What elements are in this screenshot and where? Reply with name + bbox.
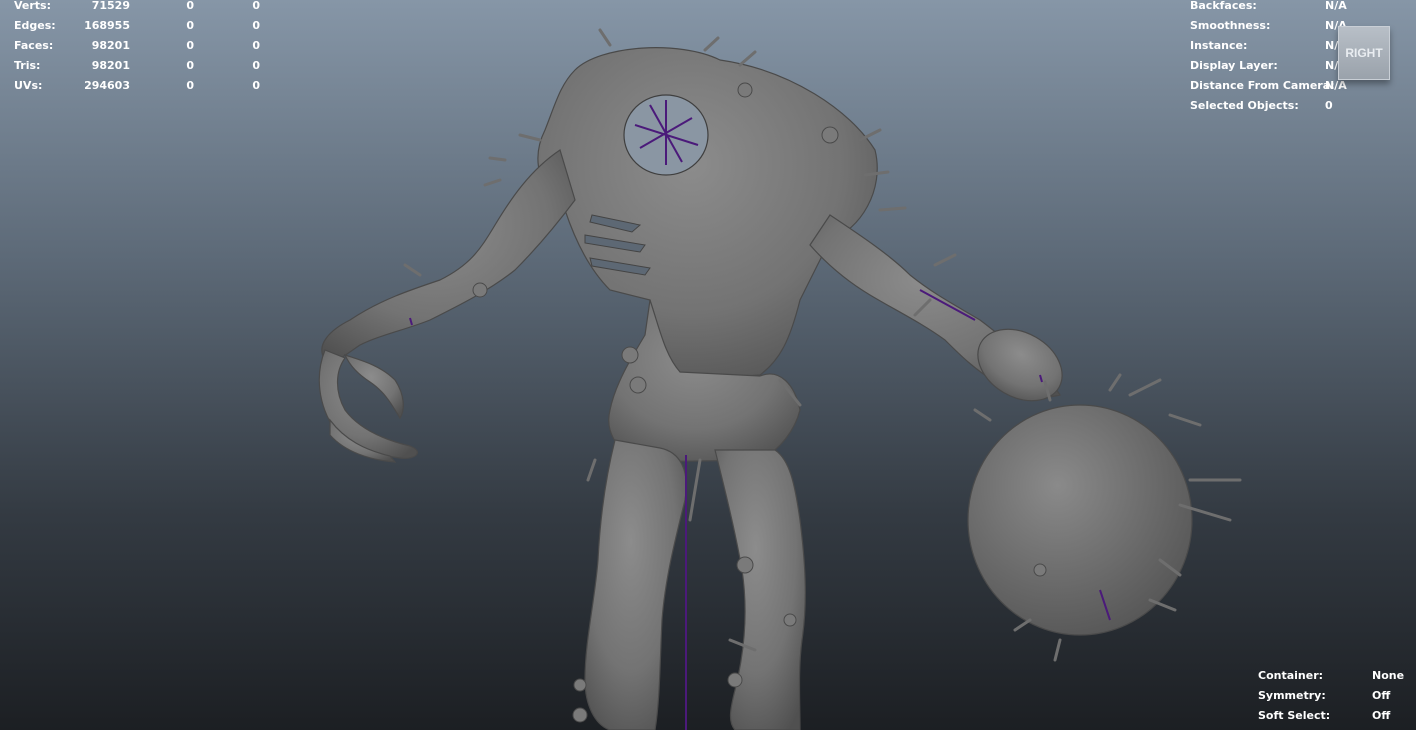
verts-selected: 0 bbox=[186, 0, 194, 12]
hud-row-tris: Tris: 98201 0 0 bbox=[14, 56, 260, 76]
display-layer-label: Display Layer: bbox=[1190, 59, 1278, 72]
hud-row-backfaces: Backfaces: N/A bbox=[1190, 0, 1347, 16]
selected-objects-label: Selected Objects: bbox=[1190, 99, 1299, 112]
symmetry-value: Off bbox=[1372, 689, 1391, 702]
edges-value: 168955 bbox=[84, 19, 130, 32]
hud-row-uvs: UVs: 294603 0 0 bbox=[14, 76, 260, 96]
tool-settings-hud: Container: None Symmetry: Off Soft Selec… bbox=[1258, 666, 1404, 726]
selected-objects-value: 0 bbox=[1325, 99, 1333, 112]
backfaces-label: Backfaces: bbox=[1190, 0, 1257, 12]
hud-row-verts: Verts: 71529 0 0 bbox=[14, 0, 260, 16]
verts-label: Verts: bbox=[14, 0, 52, 12]
hud-row-symmetry: Symmetry: Off bbox=[1258, 686, 1404, 706]
tris-value: 98201 bbox=[91, 59, 130, 72]
viewcube[interactable]: RIGHT bbox=[1338, 26, 1390, 80]
uvs-value: 294603 bbox=[84, 79, 130, 92]
instance-label: Instance: bbox=[1190, 39, 1248, 52]
uvs-extra: 0 bbox=[252, 79, 260, 92]
poly-count-hud: Verts: 71529 0 0 Edges: 168955 0 0 Faces… bbox=[14, 0, 260, 96]
uvs-label: UVs: bbox=[14, 79, 43, 92]
tris-label: Tris: bbox=[14, 59, 41, 72]
distance-label: Distance From Camera: bbox=[1190, 79, 1335, 92]
object-info-hud: Backfaces: N/A Smoothness: N/A Instance:… bbox=[1190, 0, 1347, 116]
edges-label: Edges: bbox=[14, 19, 56, 32]
faces-value: 98201 bbox=[91, 39, 130, 52]
viewcube-face-label: RIGHT bbox=[1345, 46, 1383, 60]
verts-value: 71529 bbox=[91, 0, 130, 12]
hud-row-soft-select: Soft Select: Off bbox=[1258, 706, 1404, 726]
soft-select-value: Off bbox=[1372, 709, 1391, 722]
hud-row-distance: Distance From Camera: N/A bbox=[1190, 76, 1347, 96]
edges-selected: 0 bbox=[186, 19, 194, 32]
hud-row-instance: Instance: N/A bbox=[1190, 36, 1347, 56]
smoothness-label: Smoothness: bbox=[1190, 19, 1271, 32]
faces-label: Faces: bbox=[14, 39, 54, 52]
edges-extra: 0 bbox=[252, 19, 260, 32]
symmetry-label: Symmetry: bbox=[1258, 689, 1326, 702]
hud-row-display-layer: Display Layer: N/A bbox=[1190, 56, 1347, 76]
creature-mesh[interactable] bbox=[318, 47, 1193, 730]
verts-extra: 0 bbox=[252, 0, 260, 12]
container-value: None bbox=[1372, 669, 1405, 682]
hud-row-smoothness: Smoothness: N/A bbox=[1190, 16, 1347, 36]
hud-row-faces: Faces: 98201 0 0 bbox=[14, 36, 260, 56]
container-label: Container: bbox=[1258, 669, 1324, 682]
faces-selected: 0 bbox=[186, 39, 194, 52]
tris-selected: 0 bbox=[186, 59, 194, 72]
uvs-selected: 0 bbox=[186, 79, 194, 92]
hud-row-container: Container: None bbox=[1258, 666, 1404, 686]
soft-select-label: Soft Select: bbox=[1258, 709, 1331, 722]
hud-row-selected-objects: Selected Objects: 0 bbox=[1190, 96, 1347, 116]
faces-extra: 0 bbox=[252, 39, 260, 52]
tris-extra: 0 bbox=[252, 59, 260, 72]
backfaces-value: N/A bbox=[1325, 0, 1347, 12]
hud-row-edges: Edges: 168955 0 0 bbox=[14, 16, 260, 36]
